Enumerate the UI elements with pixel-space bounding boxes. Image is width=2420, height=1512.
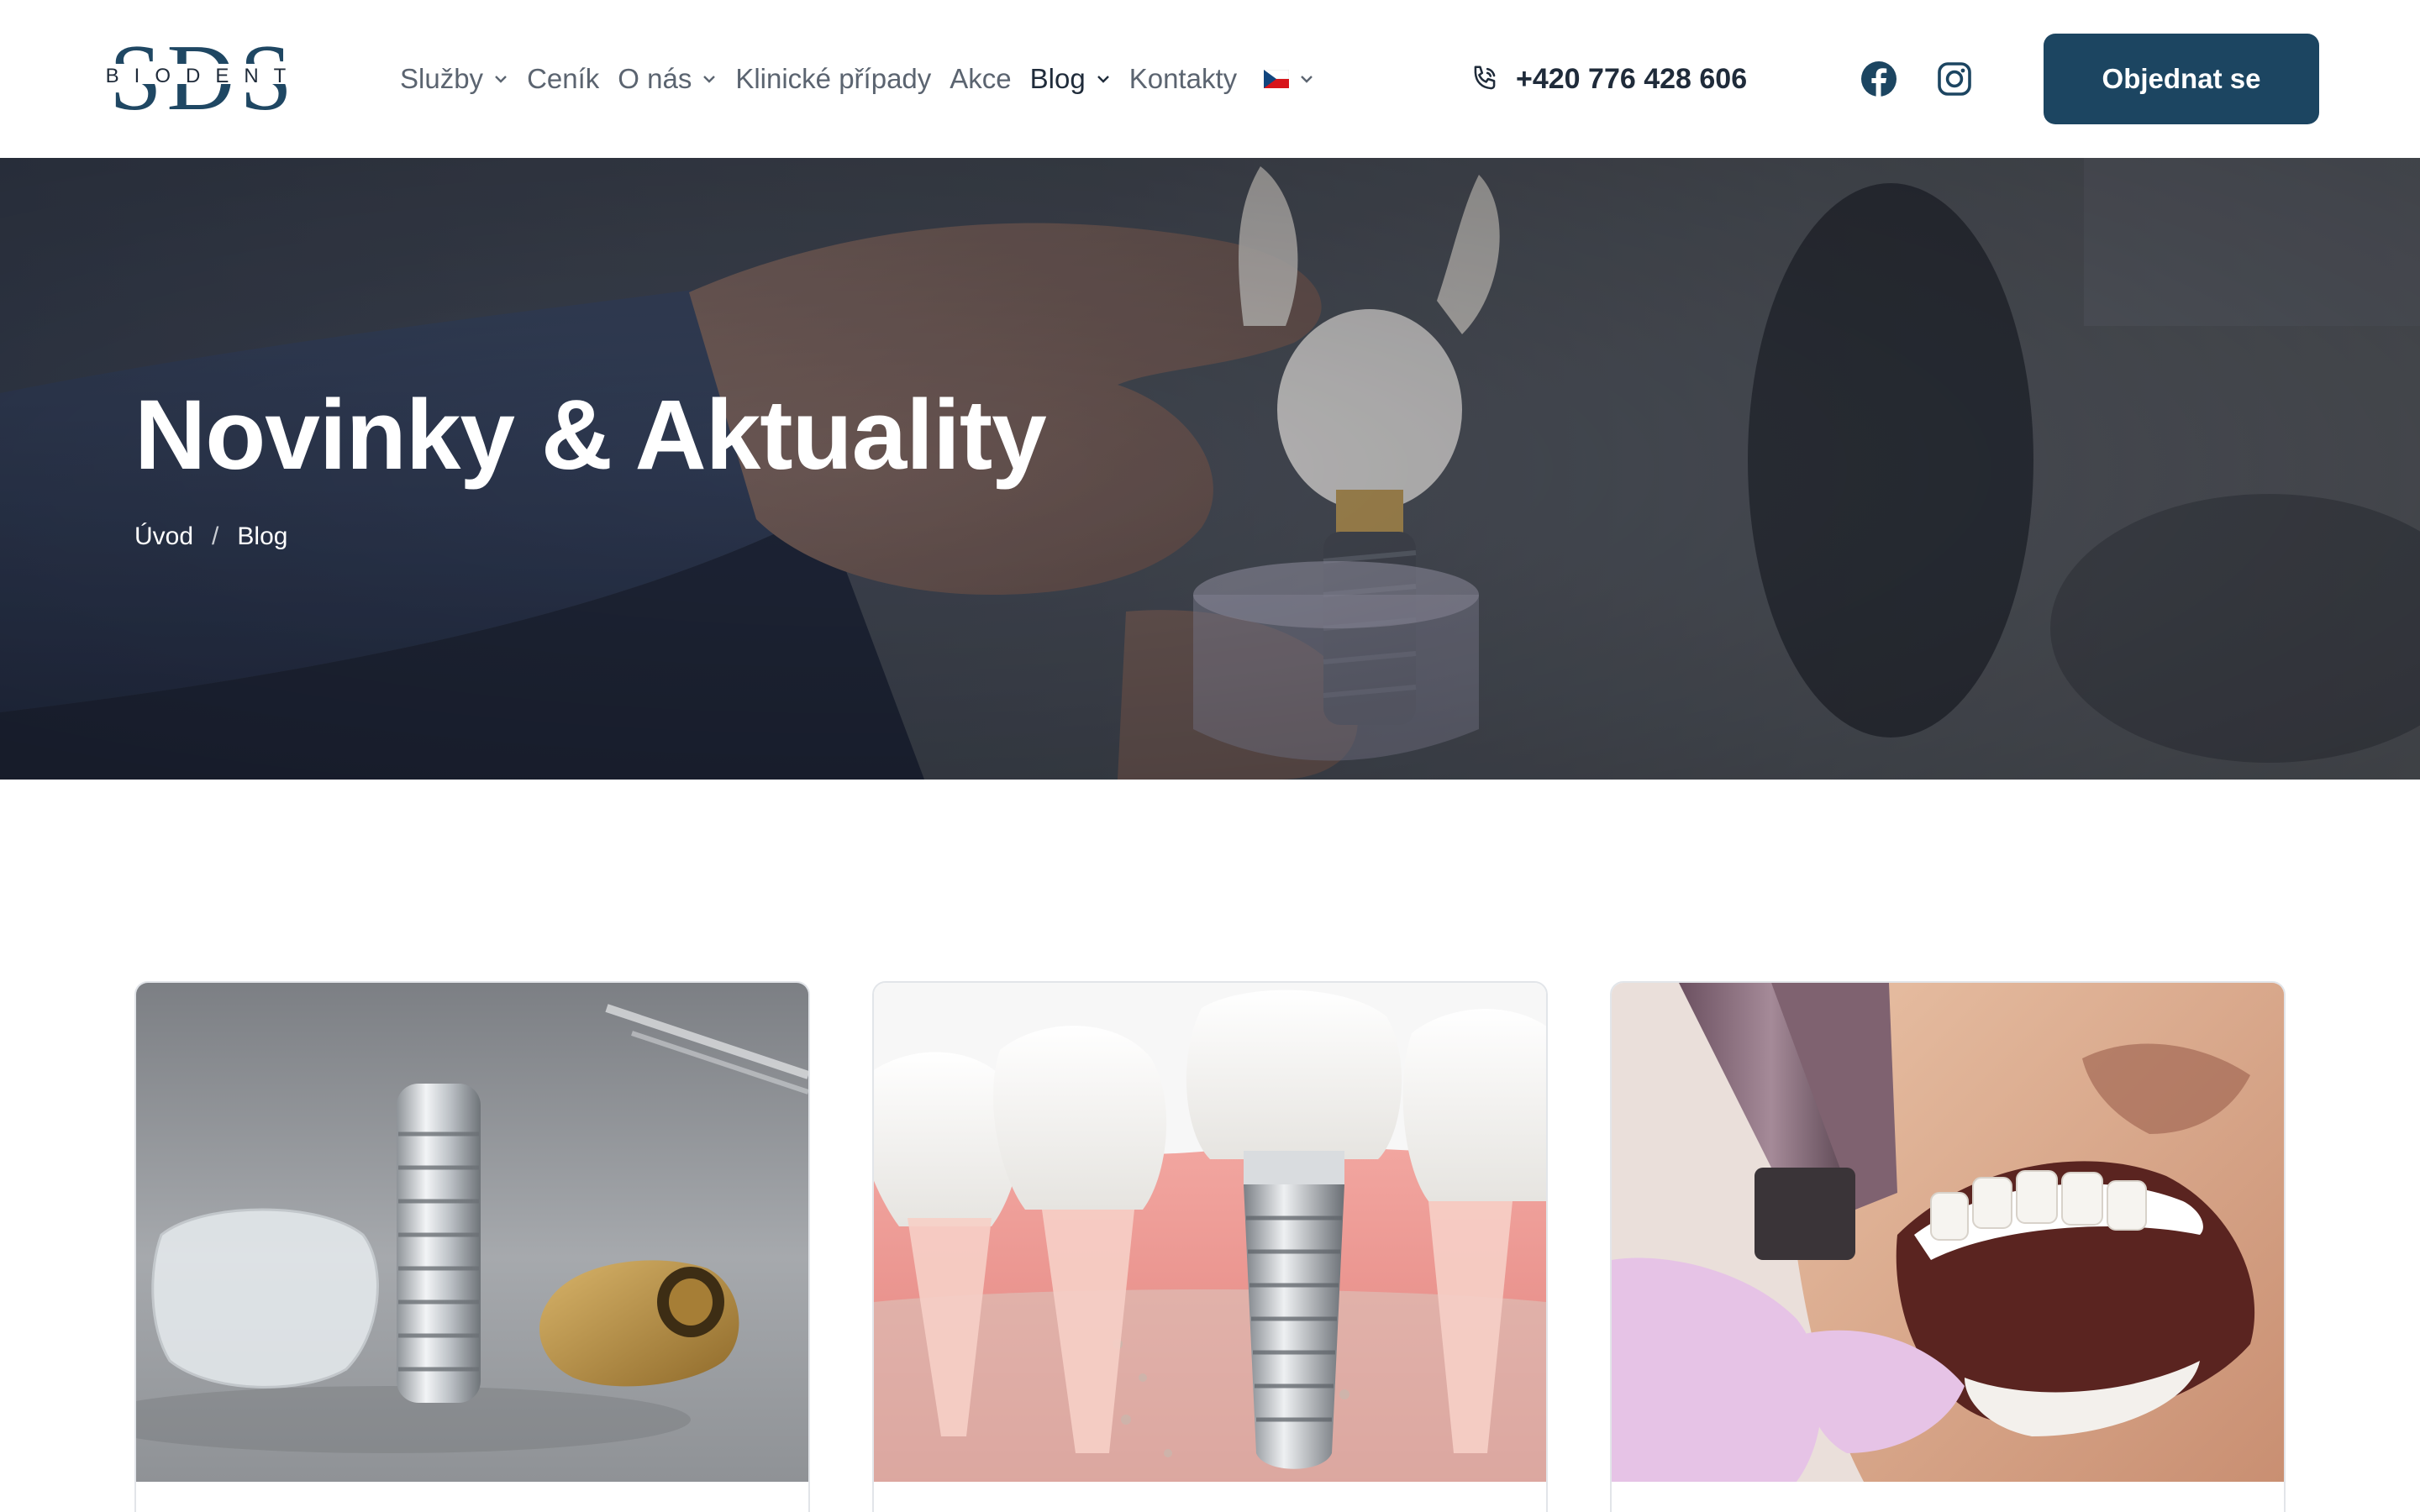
- logo[interactable]: SDS BIODENT: [97, 26, 309, 130]
- phone-icon: [1474, 66, 1496, 90]
- main-nav: Služby Ceník O nás Klinické případy Akce…: [400, 0, 1314, 158]
- chevron-down-icon: [703, 76, 716, 83]
- phone-number: +420 776 428 606: [1516, 62, 1748, 95]
- nav-label: Kontakty: [1128, 63, 1238, 94]
- breadcrumb-home[interactable]: Úvod: [134, 522, 193, 551]
- logo-mark: SDS BIODENT: [97, 26, 309, 130]
- chevron-down-icon: [495, 76, 507, 83]
- nav-label: Akce: [950, 63, 1012, 94]
- phone-link[interactable]: +420 776 428 606: [1469, 0, 1747, 158]
- czech-flag-icon: [1264, 70, 1290, 88]
- blog-card-image-implant-components: [136, 983, 808, 1482]
- nav-item-kontakty[interactable]: Kontakty: [1129, 63, 1237, 95]
- site-header: SDS BIODENT Služby Ceník O nás Klinické …: [0, 0, 2420, 158]
- breadcrumb-separator: /: [212, 522, 219, 550]
- language-switcher[interactable]: [1255, 70, 1314, 88]
- hero-banner: Novinky & Aktuality Úvod / Blog: [0, 158, 2420, 780]
- nav-label: Služby: [400, 63, 484, 94]
- nav-item-klinicke-pripady[interactable]: Klinické případy: [735, 63, 931, 95]
- chevron-down-icon: [1097, 76, 1109, 83]
- nav-item-blog[interactable]: Blog: [1030, 63, 1111, 95]
- breadcrumb-current: Blog: [237, 522, 288, 550]
- nav-label: Blog: [1029, 63, 1086, 94]
- chevron-down-icon: [1301, 76, 1313, 83]
- book-appointment-button[interactable]: Objednat se: [2044, 34, 2319, 124]
- nav-item-o-nas[interactable]: O nás: [618, 63, 717, 95]
- nav-label: Klinické případy: [735, 63, 932, 94]
- blog-card-3[interactable]: [1610, 981, 2286, 1512]
- nav-item-sluzby[interactable]: Služby: [400, 63, 508, 95]
- facebook-icon: [1861, 61, 1897, 97]
- instagram-link[interactable]: [1936, 60, 1973, 97]
- nav-item-cenik[interactable]: Ceník: [527, 63, 599, 95]
- facebook-link[interactable]: [1860, 60, 1897, 97]
- blog-card-1[interactable]: [134, 981, 810, 1512]
- instagram-icon: [1938, 62, 1971, 96]
- svg-text:BIODENT: BIODENT: [106, 65, 302, 87]
- blog-card-image-implant-in-jaw: [874, 983, 1546, 1482]
- blog-card-image-tooth-extraction: [1612, 983, 2284, 1482]
- page-title: Novinky & Aktuality: [134, 380, 1047, 491]
- blog-card-2[interactable]: [872, 981, 1548, 1512]
- nav-label: O nás: [618, 63, 692, 94]
- nav-label: Ceník: [527, 63, 600, 94]
- nav-item-akce[interactable]: Akce: [950, 63, 1011, 95]
- breadcrumb: Úvod / Blog: [134, 522, 287, 551]
